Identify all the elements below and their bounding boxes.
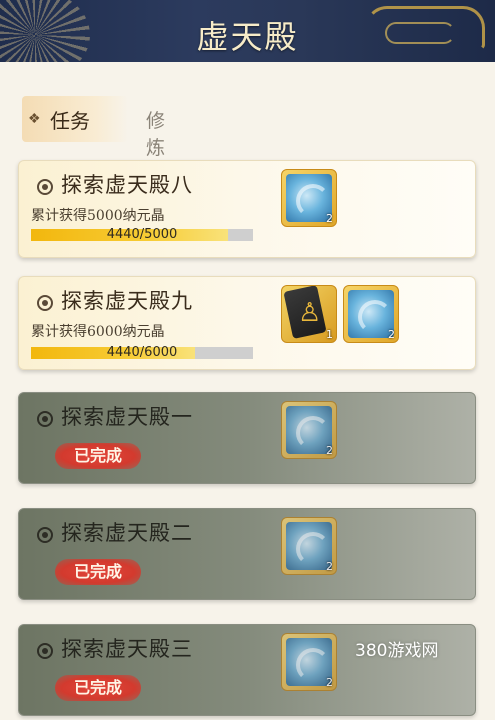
tab-label: 任务 bbox=[50, 108, 90, 133]
reward-item[interactable]: 2 bbox=[281, 169, 337, 227]
reward-quantity: 2 bbox=[326, 676, 333, 689]
radio-icon bbox=[37, 179, 53, 195]
radio-icon bbox=[37, 411, 53, 427]
reward-item[interactable]: 2 bbox=[343, 285, 399, 343]
task-card-completed[interactable]: 探索虚天殿二 已完成 2 bbox=[18, 508, 476, 600]
reward-item[interactable]: ♙ 1 bbox=[281, 285, 337, 343]
task-name: 探索虚天殿一 bbox=[61, 405, 193, 429]
completed-badge: 已完成 bbox=[55, 443, 141, 469]
task-name: 探索虚天殿八 bbox=[61, 173, 193, 197]
radio-icon bbox=[37, 527, 53, 543]
task-card[interactable]: 探索虚天殿九 累计获得6000纳元晶 4440/6000 ♙ 1 2 bbox=[18, 276, 476, 370]
task-name: 探索虚天殿九 bbox=[61, 289, 193, 313]
completed-badge: 已完成 bbox=[55, 559, 141, 585]
watermark: 380游戏网 bbox=[355, 641, 439, 661]
reward-item[interactable]: 2 bbox=[281, 401, 337, 459]
reward-item[interactable]: 2 bbox=[281, 633, 337, 691]
completed-badge: 已完成 bbox=[55, 675, 141, 701]
radio-icon bbox=[37, 643, 53, 659]
reward-quantity: 2 bbox=[388, 328, 395, 341]
progress-bar: 4440/6000 bbox=[31, 345, 253, 360]
diamond-icon: ❖ bbox=[28, 111, 41, 127]
radio-icon bbox=[37, 295, 53, 311]
task-name: 探索虚天殿三 bbox=[61, 637, 193, 661]
task-card-completed[interactable]: 探索虚天殿一 已完成 2 bbox=[18, 392, 476, 484]
reward-quantity: 2 bbox=[326, 444, 333, 457]
reward-item[interactable]: 2 bbox=[281, 517, 337, 575]
task-name: 探索虚天殿二 bbox=[61, 521, 193, 545]
progress-text: 4440/5000 bbox=[106, 227, 178, 242]
reward-quantity: 2 bbox=[326, 560, 333, 573]
tab-tasks[interactable]: ❖ 任务 bbox=[22, 96, 128, 142]
figure-icon: ♙ bbox=[298, 298, 322, 328]
task-description: 累计获得6000纳元晶 bbox=[31, 324, 165, 340]
task-description: 累计获得5000纳元晶 bbox=[31, 208, 165, 224]
reward-quantity: 1 bbox=[326, 328, 333, 341]
task-card[interactable]: 探索虚天殿八 累计获得5000纳元晶 4440/5000 2 bbox=[18, 160, 476, 258]
reward-quantity: 2 bbox=[326, 212, 333, 225]
progress-text: 4440/6000 bbox=[106, 345, 178, 360]
page-title: 虚天殿 bbox=[196, 18, 299, 56]
progress-bar: 4440/5000 bbox=[31, 227, 253, 242]
page-header: 虚天殿 bbox=[0, 0, 495, 62]
tab-cultivation[interactable]: 修炼 bbox=[146, 106, 165, 160]
